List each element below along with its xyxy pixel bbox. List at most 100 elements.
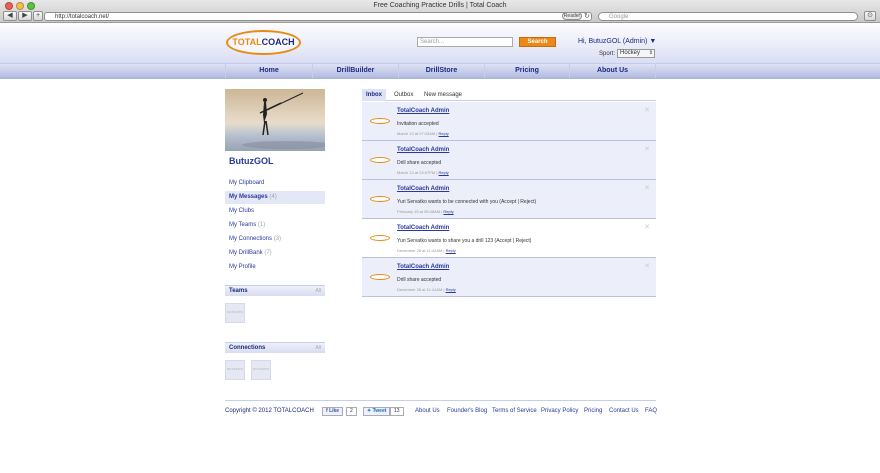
footer-link-pricing[interactable]: Pricing — [584, 408, 602, 414]
footer-link-founders-blog[interactable]: Founder's Blog — [447, 408, 487, 414]
window-title: Free Coaching Practice Drills | Total Co… — [373, 2, 507, 9]
profile-photo[interactable] — [225, 89, 325, 151]
message-body: Invitation accepted — [397, 121, 439, 127]
message-sender[interactable]: TotalCoach Admin — [397, 108, 449, 114]
teams-all-link[interactable]: All — [315, 286, 321, 296]
footer-link-terms[interactable]: Terms of Service — [492, 408, 537, 414]
url-text: http://totalcoach.net/ — [55, 14, 110, 20]
message-body: Yuri Servatko wants to share you a drill… — [397, 238, 532, 244]
nav-pricing[interactable]: Pricing — [484, 64, 569, 78]
message-meta: December 28 at 11:41AM | Reply — [397, 287, 456, 292]
tweet-button[interactable]: ✦ Tweet — [363, 407, 391, 416]
browser-search-field[interactable]: Google — [598, 12, 858, 21]
reply-link[interactable]: Reply — [446, 248, 456, 253]
sidebar-item-profile[interactable]: My Profile — [225, 261, 325, 274]
close-icon[interactable]: ✕ — [644, 223, 650, 231]
sidebar-item-clipboard[interactable]: My Clipboard — [225, 177, 325, 190]
profile-username: ButuzGOL — [229, 156, 274, 166]
reply-link[interactable]: Reply — [439, 131, 449, 136]
close-icon[interactable]: ✕ — [644, 145, 650, 153]
tab-inbox[interactable]: Inbox — [362, 89, 386, 101]
sender-avatar — [370, 118, 390, 124]
message-sender[interactable]: TotalCoach Admin — [397, 147, 449, 153]
connections-all-link[interactable]: All — [315, 343, 321, 353]
message-sender[interactable]: TotalCoach Admin — [397, 264, 449, 270]
chevron-down-icon: ⇕ — [648, 50, 653, 56]
reply-link[interactable]: Reply — [439, 170, 449, 175]
totalcoach-logo[interactable]: TOTALCOACH — [226, 30, 301, 55]
message-item[interactable]: TotalCoach Admin Yuri Servatko wants to … — [362, 180, 656, 219]
teams-section-title: Teams — [229, 288, 248, 294]
message-meta: March 12 at 07:03AM | Reply — [397, 131, 449, 136]
connection-thumbnail[interactable]: NO PHOTO — [251, 360, 271, 380]
close-icon[interactable]: ✕ — [644, 106, 650, 114]
message-sender[interactable]: TotalCoach Admin — [397, 186, 449, 192]
sidebar-item-label: My Profile — [229, 264, 256, 270]
add-bookmark-icon[interactable]: + — [33, 11, 43, 21]
tab-new-message[interactable]: New message — [420, 89, 466, 101]
footer-link-faq[interactable]: FAQ — [645, 408, 657, 414]
tab-outbox[interactable]: Outbox — [390, 89, 417, 101]
connection-thumbnail[interactable]: NO PHOTO — [225, 360, 245, 380]
close-icon[interactable]: ✕ — [644, 262, 650, 270]
teams-section-header: Teams All — [225, 285, 325, 296]
search-button[interactable]: Search — [519, 37, 556, 47]
reader-button[interactable]: Reader — [562, 12, 582, 20]
sender-avatar — [370, 235, 390, 241]
team-thumbnail[interactable]: NO PHOTO — [225, 303, 245, 323]
url-field[interactable]: http://totalcoach.net/ — [44, 12, 592, 21]
message-item[interactable]: TotalCoach Admin Invitation accepted Mar… — [362, 102, 656, 141]
sidebar-item-label: My Connections — [229, 236, 273, 242]
connections-section-title: Connections — [229, 345, 266, 351]
sidebar-item-label: My Clubs — [229, 208, 255, 214]
message-date: March 12 at 03:07PM | — [397, 170, 438, 175]
logo-coach: COACH — [261, 37, 295, 47]
message-body: Drill share accepted — [397, 277, 442, 283]
message-body: Yuri Servatko wants to be connected with… — [397, 199, 537, 205]
sidebar-item-count: (3) — [273, 236, 282, 242]
sender-avatar — [370, 157, 390, 163]
like-label: Like — [329, 408, 340, 414]
sender-avatar — [370, 196, 390, 202]
footer-link-privacy[interactable]: Privacy Policy — [541, 408, 578, 414]
sidebar-item-messages[interactable]: My Messages (4) — [225, 191, 325, 204]
sidebar-item-label: My Messages — [229, 194, 268, 200]
sport-label: Sport: — [599, 51, 616, 57]
facebook-like-button[interactable]: f Like — [322, 407, 344, 416]
sidebar-item-count: (1) — [257, 222, 266, 228]
sidebar-item-connections[interactable]: My Connections (3) — [225, 233, 325, 246]
close-icon[interactable]: ✕ — [644, 184, 650, 192]
copyright-text: Copyright © 2012 TOTALCOACH — [225, 408, 314, 414]
user-menu[interactable]: Hi, ButuzGOL (Admin) ▼ — [578, 38, 656, 45]
nav-drillstore[interactable]: DrillStore — [398, 64, 484, 78]
forward-icon[interactable]: ▶ — [18, 11, 32, 21]
sidebar-item-count: (7) — [264, 250, 272, 256]
sport-select-value: Hockey — [620, 50, 641, 56]
message-body: Drill share accepted — [397, 160, 442, 166]
downloads-icon[interactable]: ⊙ — [864, 11, 876, 21]
site-footer: Copyright © 2012 TOTALCOACH f Like 2 ✦ T… — [225, 400, 657, 422]
reply-link[interactable]: Reply — [446, 287, 456, 292]
sidebar-item-label: My Clipboard — [229, 180, 265, 186]
sidebar-item-clubs[interactable]: My Clubs — [225, 205, 325, 218]
nav-about-us[interactable]: About Us — [569, 64, 656, 78]
sidebar-item-label: My Teams — [229, 222, 257, 228]
reply-link[interactable]: Reply — [443, 209, 453, 214]
reload-icon[interactable]: ↻ — [584, 12, 590, 20]
message-item[interactable]: TotalCoach Admin Drill share accepted Ma… — [362, 141, 656, 180]
sidebar-item-count: (4) — [269, 194, 277, 200]
sidebar-item-drillbank[interactable]: My DrillBank (7) — [225, 247, 325, 260]
footer-link-about-us[interactable]: About Us — [415, 408, 440, 414]
message-item[interactable]: TotalCoach Admin Yuri Servatko wants to … — [362, 219, 656, 258]
nav-drillbuilder[interactable]: DrillBuilder — [312, 64, 398, 78]
message-item[interactable]: TotalCoach Admin Drill share accepted De… — [362, 258, 656, 297]
sidebar-item-teams[interactable]: My Teams (1) — [225, 219, 325, 232]
back-icon[interactable]: ◀ — [3, 11, 17, 21]
message-date: March 12 at 07:03AM | — [397, 131, 438, 136]
sport-select[interactable]: Hockey ⇕ — [617, 49, 655, 58]
footer-link-contact-us[interactable]: Contact Us — [609, 408, 639, 414]
nav-home[interactable]: Home — [225, 64, 312, 78]
message-sender[interactable]: TotalCoach Admin — [397, 225, 449, 231]
site-search-input[interactable]: Search... — [417, 37, 513, 47]
twitter-icon: ✦ — [367, 408, 372, 414]
